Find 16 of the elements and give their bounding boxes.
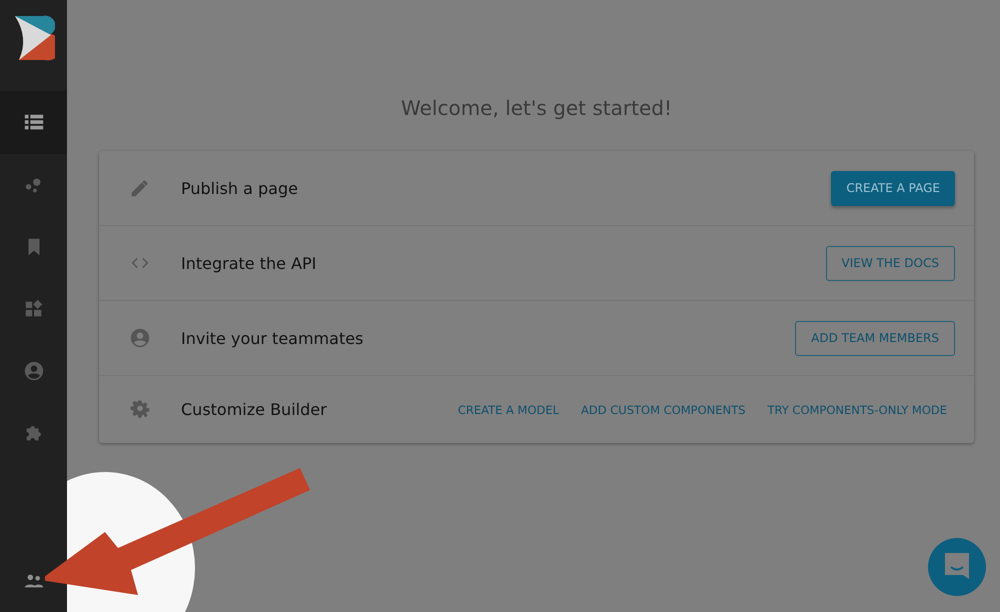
step-label: Invite your teammates [181,328,364,348]
gear-icon [129,398,151,420]
step-label: Customize Builder [181,400,328,419]
action-button[interactable]: VIEW THE DOCS [826,246,955,280]
sidebar-item[interactable] [0,92,67,154]
action-button[interactable]: CREATE A PAGE [831,170,955,206]
action-link[interactable]: TRY COMPONENTS-ONLY MODE [759,392,955,427]
action-link[interactable]: CREATE A MODEL [450,392,568,427]
account-icon [22,360,44,382]
logo-icon [12,14,54,62]
step-label: Publish a page [181,178,299,198]
account-icon [129,327,151,349]
welcome-heading: Welcome, let's get started! [400,96,673,120]
step-label: Integrate the API [181,254,318,272]
action-button[interactable]: ADD TEAM MEMBERS [795,320,955,356]
action-link[interactable]: ADD CUSTOM COMPONENTS [573,392,754,427]
